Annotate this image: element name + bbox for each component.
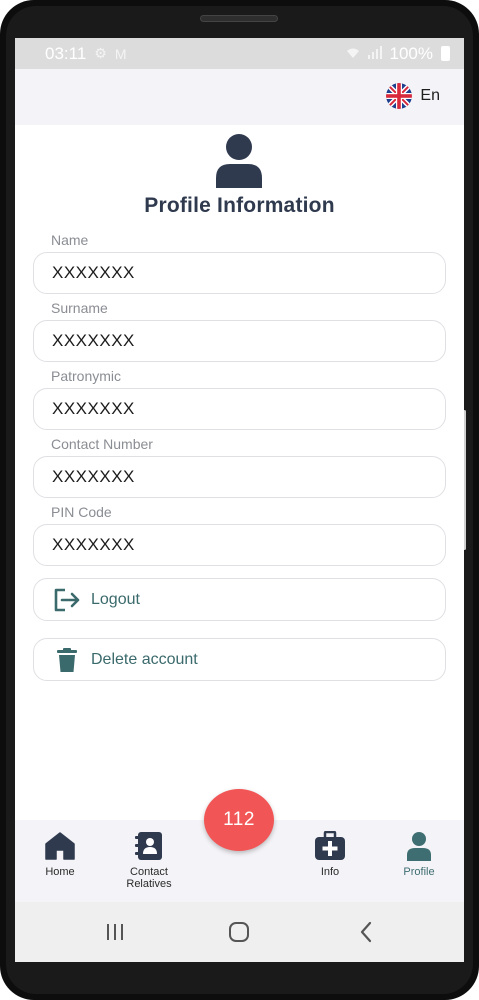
signal-icon xyxy=(367,45,382,62)
home-icon xyxy=(44,830,76,862)
name-field[interactable] xyxy=(33,252,446,294)
status-right: 100% xyxy=(346,44,450,64)
person-icon xyxy=(216,134,262,188)
contact-number-label: Contact Number xyxy=(51,436,153,452)
nav-item-home[interactable]: Home xyxy=(20,830,100,878)
surname-label: Surname xyxy=(51,300,108,316)
system-navigation-bar xyxy=(15,902,464,962)
trash-icon xyxy=(53,646,81,674)
pin-code-label: PIN Code xyxy=(51,504,112,520)
delete-account-label: Delete account xyxy=(91,650,198,668)
settings-icon: ⚙ xyxy=(94,45,107,61)
logout-button[interactable]: Logout xyxy=(33,578,446,621)
nav-label-info: Info xyxy=(320,866,340,878)
home-button-icon[interactable] xyxy=(226,920,252,944)
medical-kit-icon xyxy=(314,830,346,862)
app-header: En xyxy=(15,69,464,125)
patronymic-field-group: Patronymic xyxy=(33,368,446,430)
phone-speaker xyxy=(200,15,278,22)
nav-item-profile[interactable]: Profile xyxy=(379,830,459,878)
surname-field-group: Surname xyxy=(33,300,446,362)
name-field-group: Name xyxy=(33,232,446,294)
logout-icon xyxy=(53,586,81,614)
back-icon[interactable] xyxy=(353,920,379,944)
status-bar: 03:11 ⚙ M 100% xyxy=(15,38,464,69)
battery-percent: 100% xyxy=(389,43,433,63)
gmail-icon: M xyxy=(114,45,127,62)
battery-icon xyxy=(441,46,450,61)
language-label: En xyxy=(420,87,440,104)
screen: 03:11 ⚙ M 100% En Profile Information Na… xyxy=(15,38,464,962)
pin-code-field[interactable] xyxy=(33,524,446,566)
nav-item-contact-relatives[interactable]: Contact Relatives xyxy=(109,830,189,890)
uk-flag-icon xyxy=(386,83,413,109)
language-switcher[interactable]: En xyxy=(386,81,440,111)
contact-number-field-group: Contact Number xyxy=(33,436,446,498)
contact-number-field[interactable] xyxy=(33,456,446,498)
nav-label-profile: Profile xyxy=(403,866,435,878)
emergency-call-button[interactable]: 112 xyxy=(204,789,274,851)
phone-frame: 03:11 ⚙ M 100% En Profile Information Na… xyxy=(0,0,479,1000)
pin-code-field-group: PIN Code xyxy=(33,504,446,566)
patronymic-label: Patronymic xyxy=(51,368,122,384)
nav-label-home: Home xyxy=(45,866,75,878)
nav-item-info[interactable]: Info xyxy=(290,830,370,878)
surname-field[interactable] xyxy=(33,320,446,362)
contact-book-icon xyxy=(133,830,165,862)
status-left: 03:11 ⚙ M xyxy=(45,44,127,64)
nav-label-contact-relatives: Contact Relatives xyxy=(126,866,172,890)
page-title: Profile Information xyxy=(144,194,335,217)
delete-account-button[interactable]: Delete account xyxy=(33,638,446,681)
logout-label: Logout xyxy=(91,590,140,608)
patronymic-field[interactable] xyxy=(33,388,446,430)
person-icon xyxy=(403,830,435,862)
recent-apps-icon[interactable] xyxy=(102,920,128,944)
status-time: 03:11 xyxy=(45,43,87,63)
wifi-icon xyxy=(346,46,360,62)
name-label: Name xyxy=(51,232,89,248)
